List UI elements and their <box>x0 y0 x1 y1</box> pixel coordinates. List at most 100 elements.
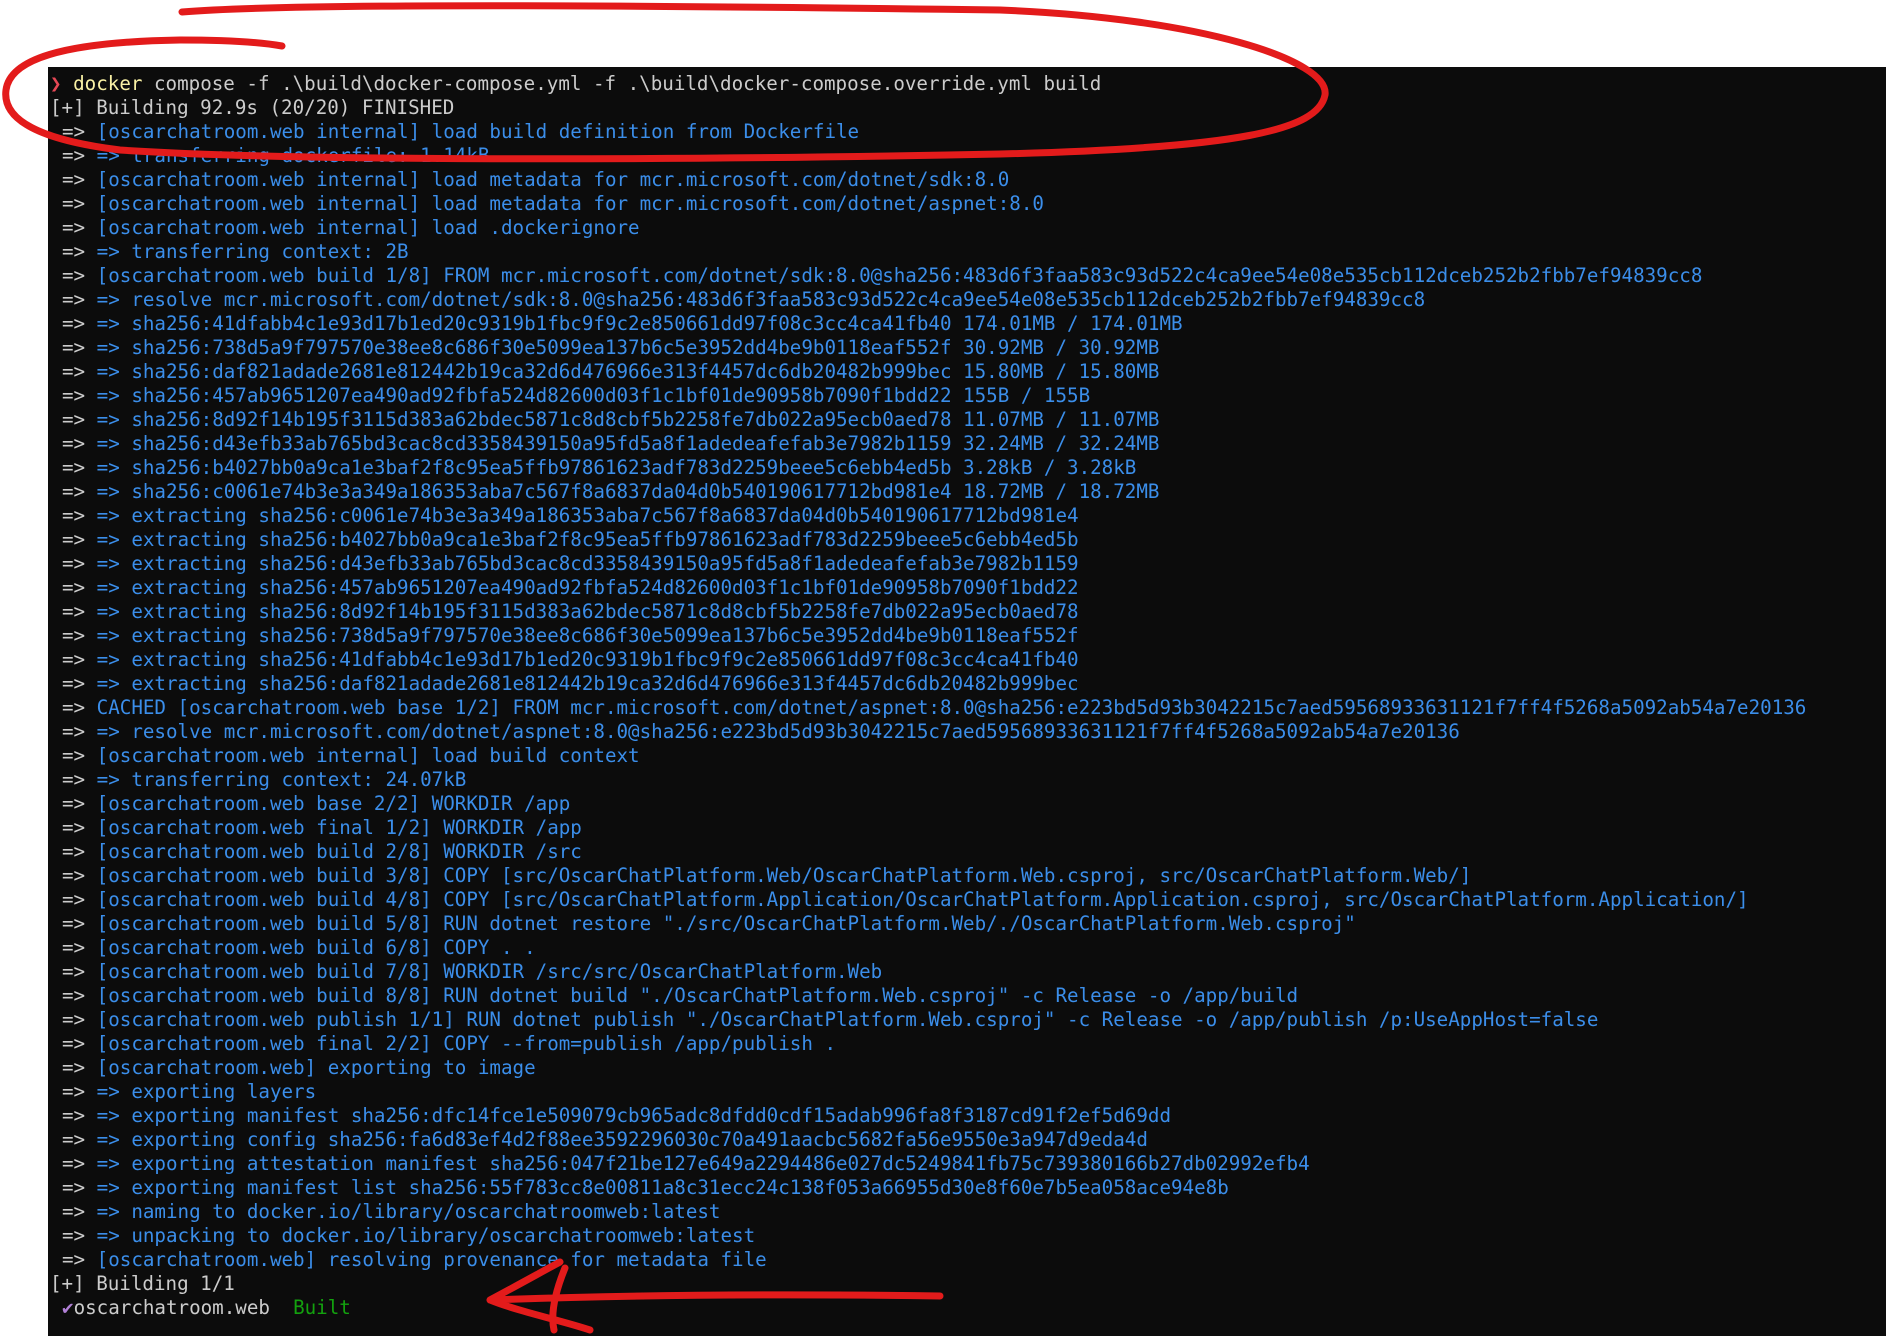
arrow-icon: => <box>62 288 86 311</box>
build-step-line: => => sha256:c0061e74b3e3a349a186353aba7… <box>48 480 1886 504</box>
build-step-line: => [oscarchatroom.web final 2/2] COPY --… <box>48 1032 1886 1056</box>
build-step-text: => sha256:daf821adade2681e812442b19ca32d… <box>96 360 1160 383</box>
build-step-line: => => sha256:d43efb33ab765bd3cac8cd33584… <box>48 432 1886 456</box>
arrow-icon: => <box>62 1200 86 1223</box>
build-step-text: [oscarchatroom.web build 4/8] COPY [src/… <box>96 888 1749 911</box>
arrow-icon: => <box>62 864 86 887</box>
build-step-line: => => extracting sha256:41dfabb4c1e93d17… <box>48 648 1886 672</box>
build-step-text: => exporting attestation manifest sha256… <box>96 1152 1310 1175</box>
build-step-text: => extracting sha256:d43efb33ab765bd3cac… <box>96 552 1079 575</box>
build-step-line: => => transferring dockerfile: 1.14kB <box>48 144 1886 168</box>
build-step-text: [oscarchatroom.web internal] load build … <box>96 120 860 143</box>
build-step-line: => [oscarchatroom.web internal] load met… <box>48 168 1886 192</box>
build-step-text: [oscarchatroom.web internal] load build … <box>96 744 640 767</box>
build-step-text: [oscarchatroom.web] exporting to image <box>96 1056 536 1079</box>
build-step-text: => unpacking to docker.io/library/oscarc… <box>96 1224 756 1247</box>
arrow-icon: => <box>62 1176 86 1199</box>
arrow-icon: => <box>62 408 86 431</box>
build-step-text: => extracting sha256:c0061e74b3e3a349a18… <box>96 504 1079 527</box>
build-step-text: [oscarchatroom.web build 7/8] WORKDIR /s… <box>96 960 883 983</box>
arrow-icon: => <box>62 240 86 263</box>
arrow-icon: => <box>62 936 86 959</box>
build-step-text: => sha256:c0061e74b3e3a349a186353aba7c56… <box>96 480 1160 503</box>
build-step-line: => [oscarchatroom.web build 4/8] COPY [s… <box>48 888 1886 912</box>
build-step-line: => [oscarchatroom.web base 2/2] WORKDIR … <box>48 792 1886 816</box>
arrow-icon: => <box>62 768 86 791</box>
build-step-line: => [oscarchatroom.web build 3/8] COPY [s… <box>48 864 1886 888</box>
arrow-icon: => <box>62 312 86 335</box>
build-step-line: => => sha256:738d5a9f797570e38ee8c686f30… <box>48 336 1886 360</box>
built-status: Built <box>293 1296 351 1319</box>
command-arguments: compose -f .\build\docker-compose.yml -f… <box>154 72 1102 95</box>
arrow-icon: => <box>62 888 86 911</box>
arrow-icon: => <box>62 744 86 767</box>
build-step-text: => sha256:8d92f14b195f3115d383a62bdec587… <box>96 408 1160 431</box>
build-step-line: => => transferring context: 2B <box>48 240 1886 264</box>
build-step-line: => => exporting layers <box>48 1080 1886 1104</box>
build-step-text: [oscarchatroom.web build 1/8] FROM mcr.m… <box>96 264 1703 287</box>
build-step-line: => => extracting sha256:738d5a9f797570e3… <box>48 624 1886 648</box>
build-step-line: => => exporting manifest sha256:dfc14fce… <box>48 1104 1886 1128</box>
arrow-icon: => <box>62 264 86 287</box>
build-step-line: => => extracting sha256:457ab9651207ea49… <box>48 576 1886 600</box>
checkmark-icon: ✔ <box>62 1296 74 1319</box>
build-step-line: => [oscarchatroom.web publish 1/1] RUN d… <box>48 1008 1886 1032</box>
build-status: [+] Building 92.9s (20/20) FINISHED <box>50 96 455 119</box>
summary-status: [+] Building 1/1 <box>50 1272 235 1295</box>
build-step-line: => [oscarchatroom.web final 1/2] WORKDIR… <box>48 816 1886 840</box>
build-step-line: => [oscarchatroom.web build 6/8] COPY . … <box>48 936 1886 960</box>
arrow-icon: => <box>62 1224 86 1247</box>
build-step-line: => [oscarchatroom.web internal] load .do… <box>48 216 1886 240</box>
terminal-window[interactable]: ❯ docker compose -f .\build\docker-compo… <box>48 67 1886 1336</box>
build-step-text: => sha256:41dfabb4c1e93d17b1ed20c9319b1f… <box>96 312 1183 335</box>
build-step-line: => => extracting sha256:c0061e74b3e3a349… <box>48 504 1886 528</box>
command-line: ❯ docker compose -f .\build\docker-compo… <box>48 72 1886 96</box>
arrow-icon: => <box>62 528 86 551</box>
arrow-icon: => <box>62 984 86 1007</box>
build-step-text: [oscarchatroom.web base 2/2] WORKDIR /ap… <box>96 792 571 815</box>
build-step-line: => [oscarchatroom.web] exporting to imag… <box>48 1056 1886 1080</box>
build-step-line: => [oscarchatroom.web build 2/8] WORKDIR… <box>48 840 1886 864</box>
arrow-icon: => <box>62 144 86 167</box>
build-step-text: => extracting sha256:738d5a9f797570e38ee… <box>96 624 1079 647</box>
build-step-line: => [oscarchatroom.web internal] load met… <box>48 192 1886 216</box>
arrow-icon: => <box>62 1104 86 1127</box>
build-step-text: [oscarchatroom.web build 2/8] WORKDIR /s… <box>96 840 582 863</box>
build-step-line: => [oscarchatroom.web] resolving provena… <box>48 1248 1886 1272</box>
build-step-line: => [oscarchatroom.web build 7/8] WORKDIR… <box>48 960 1886 984</box>
build-step-text: => sha256:b4027bb0a9ca1e3baf2f8c95ea5ffb… <box>96 456 1137 479</box>
arrow-icon: => <box>62 696 86 719</box>
build-step-text: [oscarchatroom.web internal] load metada… <box>96 192 1044 215</box>
build-step-line: => [oscarchatroom.web build 1/8] FROM mc… <box>48 264 1886 288</box>
arrow-icon: => <box>62 1032 86 1055</box>
build-step-text: => sha256:d43efb33ab765bd3cac8cd33584391… <box>96 432 1160 455</box>
arrow-icon: => <box>62 216 86 239</box>
arrow-icon: => <box>62 504 86 527</box>
arrow-icon: => <box>62 192 86 215</box>
arrow-icon: => <box>62 1080 86 1103</box>
build-step-line: => => extracting sha256:daf821adade2681e… <box>48 672 1886 696</box>
build-step-text: => resolve mcr.microsoft.com/dotnet/aspn… <box>96 720 1460 743</box>
arrow-icon: => <box>62 456 86 479</box>
build-step-line: => => sha256:b4027bb0a9ca1e3baf2f8c95ea5… <box>48 456 1886 480</box>
build-step-text: [oscarchatroom.web build 5/8] RUN dotnet… <box>96 912 1356 935</box>
arrow-icon: => <box>62 960 86 983</box>
build-step-line: => => transferring context: 24.07kB <box>48 768 1886 792</box>
build-step-line: => => sha256:daf821adade2681e812442b19ca… <box>48 360 1886 384</box>
prompt-icon: ❯ <box>50 72 62 95</box>
build-step-text: [oscarchatroom.web build 3/8] COPY [src/… <box>96 864 1472 887</box>
command-program: docker <box>73 72 143 95</box>
build-step-text: [oscarchatroom.web final 2/2] COPY --fro… <box>96 1032 836 1055</box>
build-step-line: => CACHED [oscarchatroom.web base 1/2] F… <box>48 696 1886 720</box>
result-line: ✔oscarchatroom.web Built <box>48 1296 1886 1320</box>
arrow-icon: => <box>62 912 86 935</box>
build-step-text: => exporting layers <box>96 1080 317 1103</box>
arrow-icon: => <box>62 552 86 575</box>
build-step-text: [oscarchatroom.web final 1/2] WORKDIR /a… <box>96 816 582 839</box>
build-step-line: => => extracting sha256:8d92f14b195f3115… <box>48 600 1886 624</box>
arrow-icon: => <box>62 1152 86 1175</box>
build-step-line: => => exporting config sha256:fa6d83ef4d… <box>48 1128 1886 1152</box>
build-step-line: => [oscarchatroom.web internal] load bui… <box>48 744 1886 768</box>
service-name: oscarchatroom.web <box>73 1296 270 1319</box>
build-step-text: [oscarchatroom.web build 8/8] RUN dotnet… <box>96 984 1299 1007</box>
